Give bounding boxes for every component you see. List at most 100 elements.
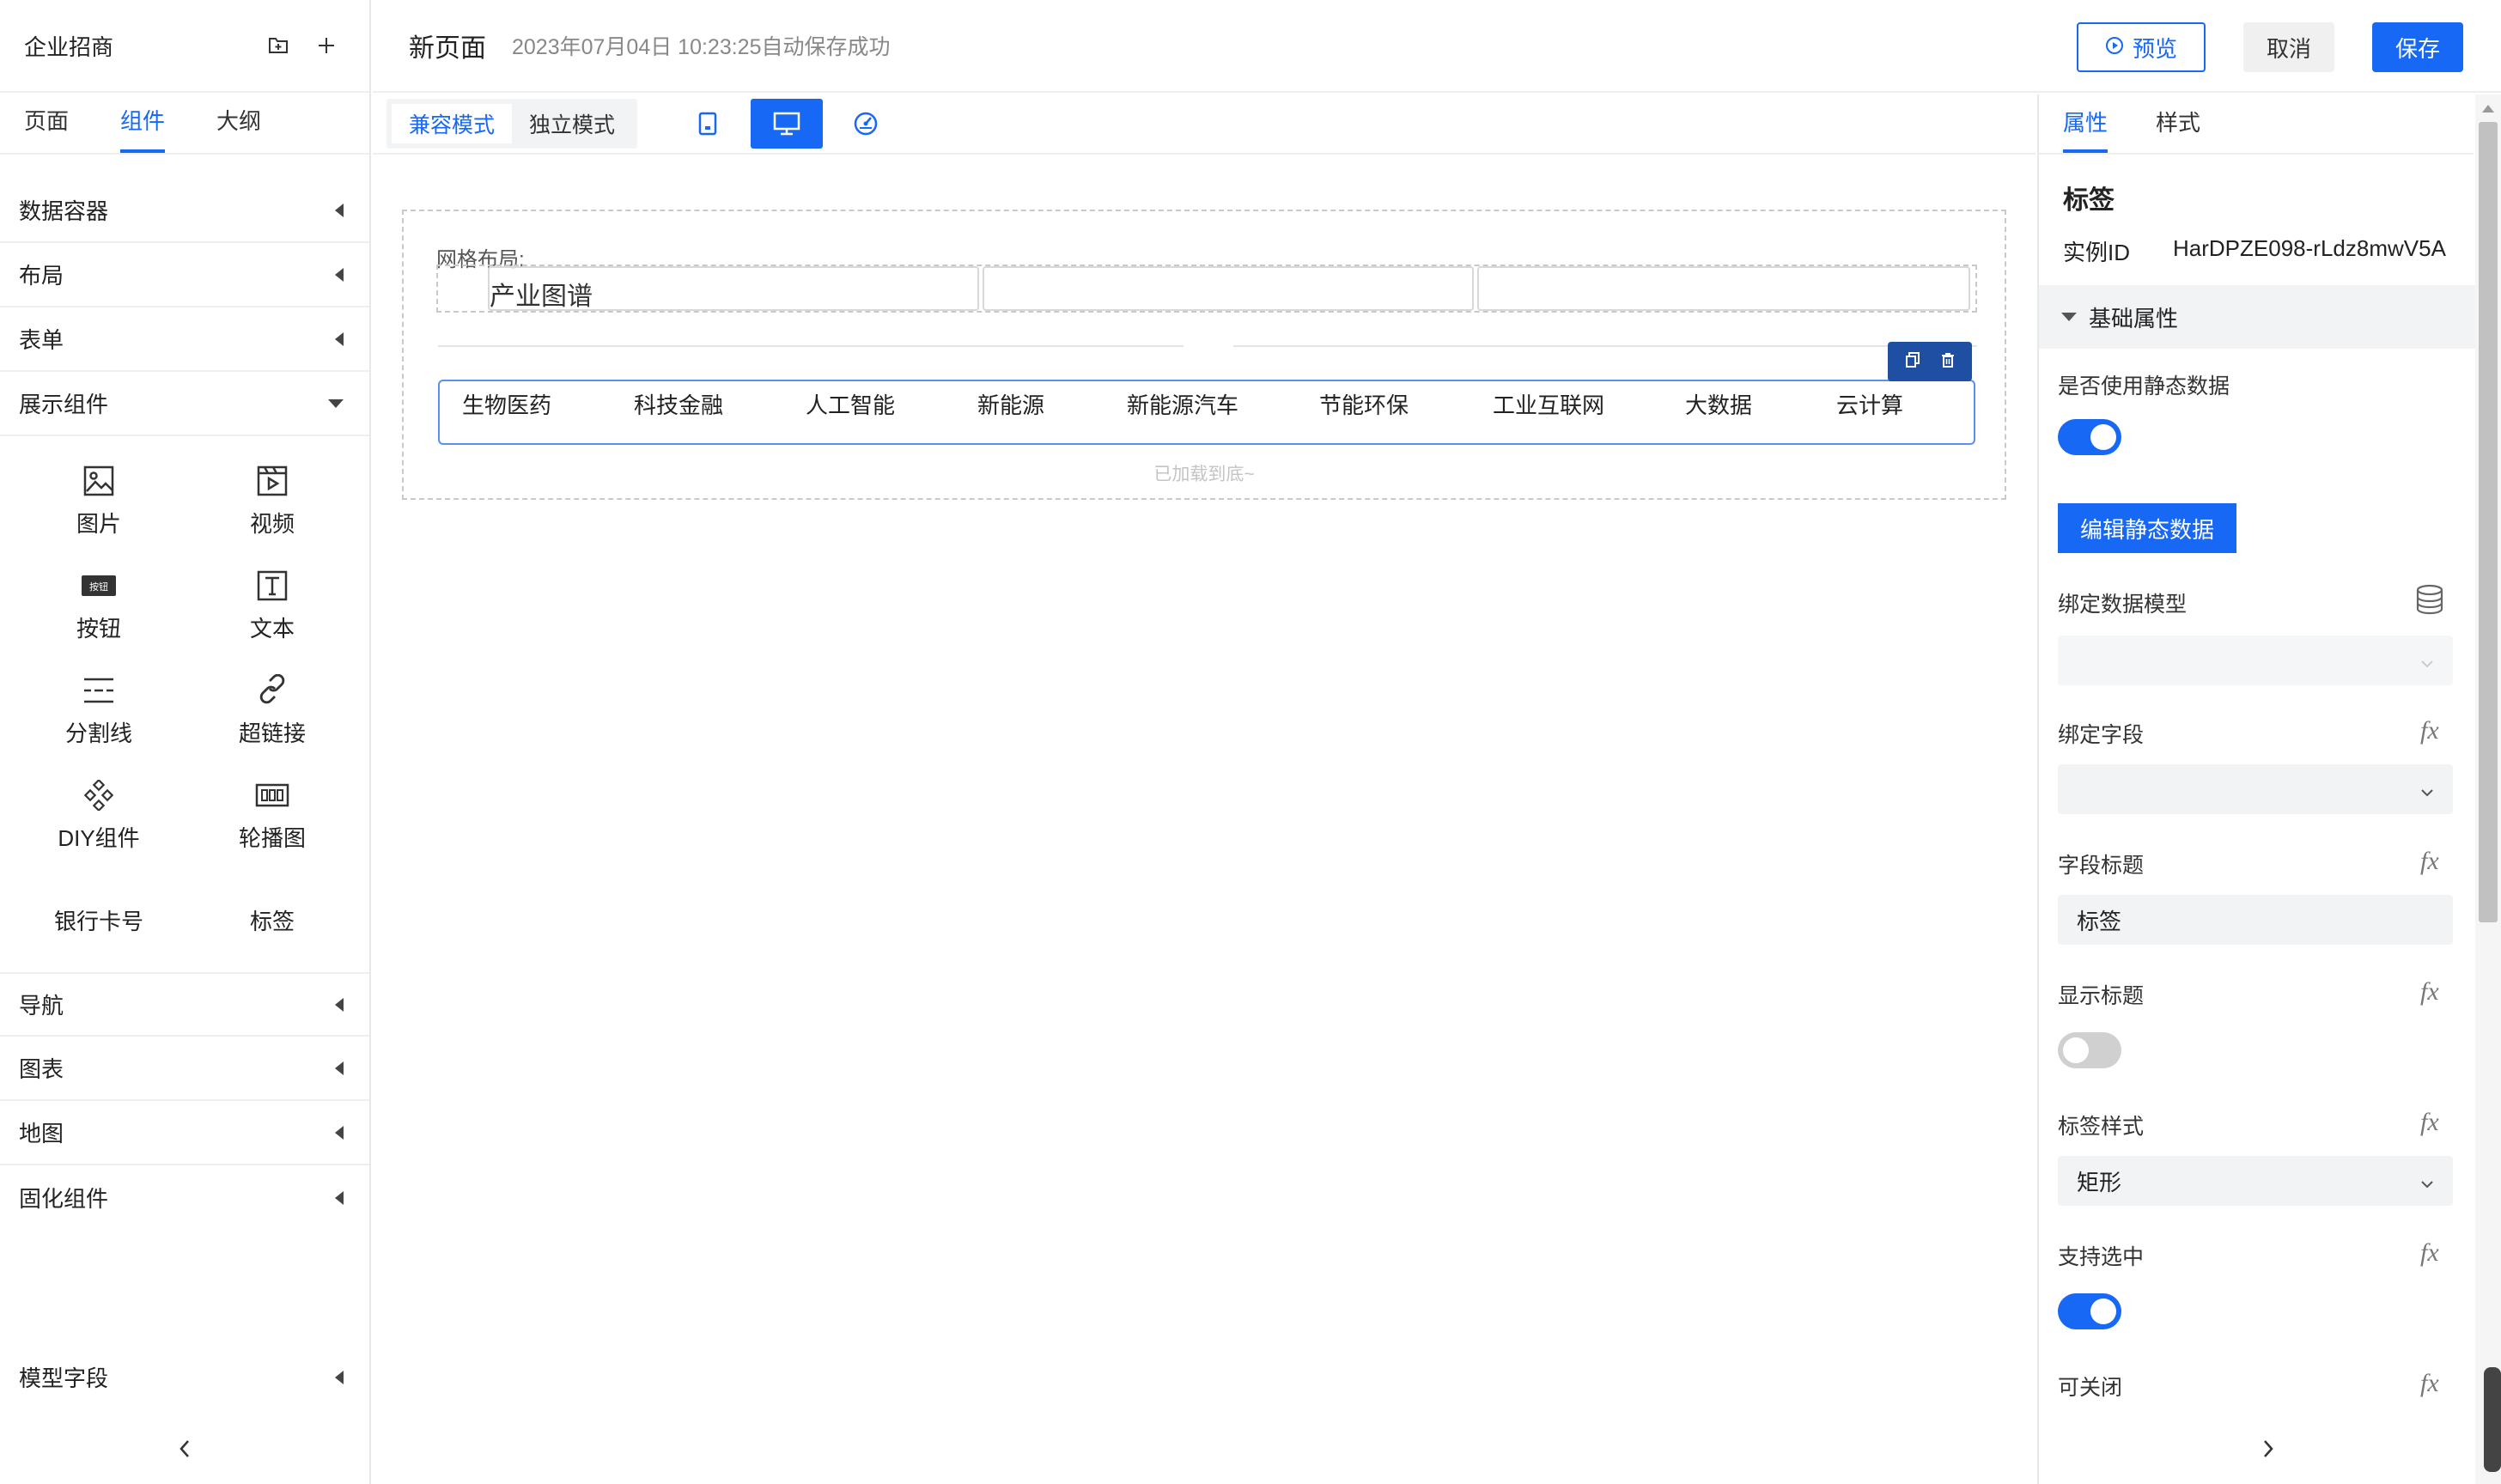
- bind-data-model-select[interactable]: [2058, 636, 2453, 685]
- database-icon[interactable]: [2415, 584, 2444, 619]
- new-folder-icon[interactable]: [259, 27, 297, 64]
- component-carousel[interactable]: 轮播图: [186, 763, 359, 867]
- category-label: 布局: [19, 263, 64, 289]
- tag-item[interactable]: 大数据: [1685, 388, 1752, 420]
- edit-static-data-button[interactable]: 编辑静态数据: [2058, 503, 2236, 553]
- category-data-container[interactable]: 数据容器: [0, 179, 369, 243]
- component-bank-card[interactable]: 银行卡号: [12, 867, 186, 972]
- cancel-button[interactable]: 取消: [2243, 22, 2334, 72]
- mobile-device-icon[interactable]: [672, 99, 744, 149]
- use-static-data-label: 是否使用静态数据: [2058, 374, 2230, 398]
- component-tag[interactable]: 标签: [186, 867, 359, 972]
- divider-icon: [82, 673, 116, 708]
- tag-item[interactable]: 人工智能: [806, 388, 895, 420]
- app-title: 企业招商: [24, 33, 114, 60]
- instance-id-label: 实例ID: [2063, 240, 2131, 265]
- mode-compatible[interactable]: 兼容模式: [392, 104, 513, 143]
- expand-arrow-icon: [328, 398, 344, 408]
- mode-independent[interactable]: 独立模式: [512, 104, 632, 143]
- field-title-value: 标签: [2077, 908, 2122, 934]
- collapse-arrow-icon: [335, 1190, 344, 1205]
- component-image[interactable]: 图片: [12, 448, 186, 553]
- component-text[interactable]: 文本: [186, 553, 359, 658]
- grid-layout[interactable]: 产业图谱: [436, 265, 1977, 313]
- scrollbar-thumb[interactable]: [2479, 122, 2498, 922]
- loaded-all-hint: 已加载到底~: [1153, 465, 1255, 484]
- show-title-toggle[interactable]: [2058, 1032, 2121, 1068]
- category-chart[interactable]: 图表: [0, 1037, 369, 1101]
- grid-cell-2[interactable]: [983, 266, 1474, 311]
- desktop-device-icon[interactable]: [751, 99, 824, 149]
- category-display[interactable]: 展示组件: [0, 372, 369, 436]
- category-label: 地图: [19, 1121, 64, 1146]
- video-icon: [255, 464, 289, 498]
- button-icon: 按钮: [82, 569, 116, 603]
- component-label: 图片: [76, 510, 121, 537]
- fx-formula-icon[interactable]: fx: [2420, 716, 2439, 745]
- tag-component-selected[interactable]: 生物医药 科技金融 人工智能 新能源 新能源汽车 节能环保 工业互联网 大数据 …: [438, 380, 1975, 445]
- tag-item[interactable]: 新能源: [977, 388, 1044, 420]
- tag-item[interactable]: 生物医药: [462, 388, 551, 420]
- add-icon[interactable]: [307, 27, 345, 64]
- tag-item[interactable]: 云计算: [1836, 388, 1903, 420]
- properties-panel: 属性 样式 标签 实例ID HarDPZE098-rLdz8mwV5A 基础属性…: [2037, 94, 2475, 1484]
- bind-field-label: 绑定字段: [2058, 723, 2145, 747]
- scrollbar[interactable]: [2475, 94, 2501, 1484]
- display-components-grid: 图片 视频 按钮 按钮 文本 分割线 超链接 DIY组件 轮播图 银行卡号 标签: [0, 436, 369, 972]
- tag-style-select[interactable]: 矩形: [2058, 1156, 2453, 1206]
- dashboard-device-icon[interactable]: [830, 99, 902, 149]
- preview-button[interactable]: 预览: [2077, 22, 2206, 72]
- section-basic-properties[interactable]: 基础属性: [2039, 285, 2475, 349]
- copy-icon[interactable]: [1904, 351, 1921, 373]
- tag-item[interactable]: 工业互联网: [1493, 388, 1604, 420]
- component-button[interactable]: 按钮 按钮: [12, 553, 186, 658]
- category-label: 模型字段: [19, 1365, 109, 1391]
- component-label: 超链接: [238, 720, 306, 746]
- component-video[interactable]: 视频: [186, 448, 359, 553]
- grid-cell-3[interactable]: [1477, 266, 1970, 311]
- category-solidified[interactable]: 固化组件: [0, 1165, 369, 1230]
- fx-formula-icon[interactable]: fx: [2420, 1238, 2439, 1268]
- floating-widget[interactable]: [2484, 1367, 2501, 1472]
- fx-formula-icon[interactable]: fx: [2420, 1369, 2439, 1398]
- scroll-up-icon[interactable]: [2482, 105, 2494, 113]
- section-label: 基础属性: [2089, 305, 2179, 331]
- fx-formula-icon[interactable]: fx: [2420, 977, 2439, 1007]
- fx-formula-icon[interactable]: fx: [2420, 847, 2439, 876]
- category-navigation[interactable]: 导航: [0, 972, 369, 1037]
- component-diy[interactable]: DIY组件: [12, 763, 186, 867]
- tab-components[interactable]: 组件: [120, 104, 166, 153]
- category-model-fields[interactable]: 模型字段: [0, 1345, 369, 1409]
- delete-icon[interactable]: [1939, 351, 1956, 373]
- component-divider[interactable]: 分割线: [12, 658, 186, 763]
- tag-item[interactable]: 节能环保: [1319, 388, 1409, 420]
- component-title: 标签: [2063, 186, 2115, 215]
- collapse-left-panel-icon[interactable]: [172, 1436, 198, 1462]
- tab-outline[interactable]: 大纲: [216, 104, 261, 153]
- toggle-knob: [2063, 1037, 2089, 1063]
- selectable-toggle[interactable]: [2058, 1293, 2121, 1329]
- save-button[interactable]: 保存: [2372, 22, 2463, 72]
- bind-field-select[interactable]: [2058, 764, 2453, 814]
- field-title-input[interactable]: 标签: [2058, 895, 2453, 945]
- divider-gap: [1184, 340, 1233, 350]
- grid-cell-1[interactable]: 产业图谱: [488, 266, 979, 311]
- category-label: 表单: [19, 327, 64, 353]
- closable-label: 可关闭: [2058, 1376, 2123, 1400]
- tag-style-label: 标签样式: [2058, 1115, 2145, 1139]
- category-map[interactable]: 地图: [0, 1101, 369, 1165]
- category-form[interactable]: 表单: [0, 307, 369, 372]
- design-canvas[interactable]: 网格布局: 产业图谱 生物医药 科技金融 人工智能 新能源 新能源汽车 节能环保…: [402, 210, 2006, 500]
- collapse-right-panel-icon[interactable]: [2255, 1436, 2281, 1462]
- carousel-icon: [255, 778, 289, 812]
- tag-item[interactable]: 新能源汽车: [1127, 388, 1238, 420]
- fx-formula-icon[interactable]: fx: [2420, 1108, 2439, 1137]
- use-static-data-toggle[interactable]: [2058, 419, 2121, 455]
- tab-pages[interactable]: 页面: [24, 104, 69, 153]
- category-layout[interactable]: 布局: [0, 243, 369, 307]
- tag-item[interactable]: 科技金融: [634, 388, 723, 420]
- component-label: 文本: [249, 615, 295, 642]
- tab-properties[interactable]: 属性: [2063, 106, 2109, 153]
- component-link[interactable]: 超链接: [186, 658, 359, 763]
- tab-styles[interactable]: 样式: [2156, 106, 2200, 153]
